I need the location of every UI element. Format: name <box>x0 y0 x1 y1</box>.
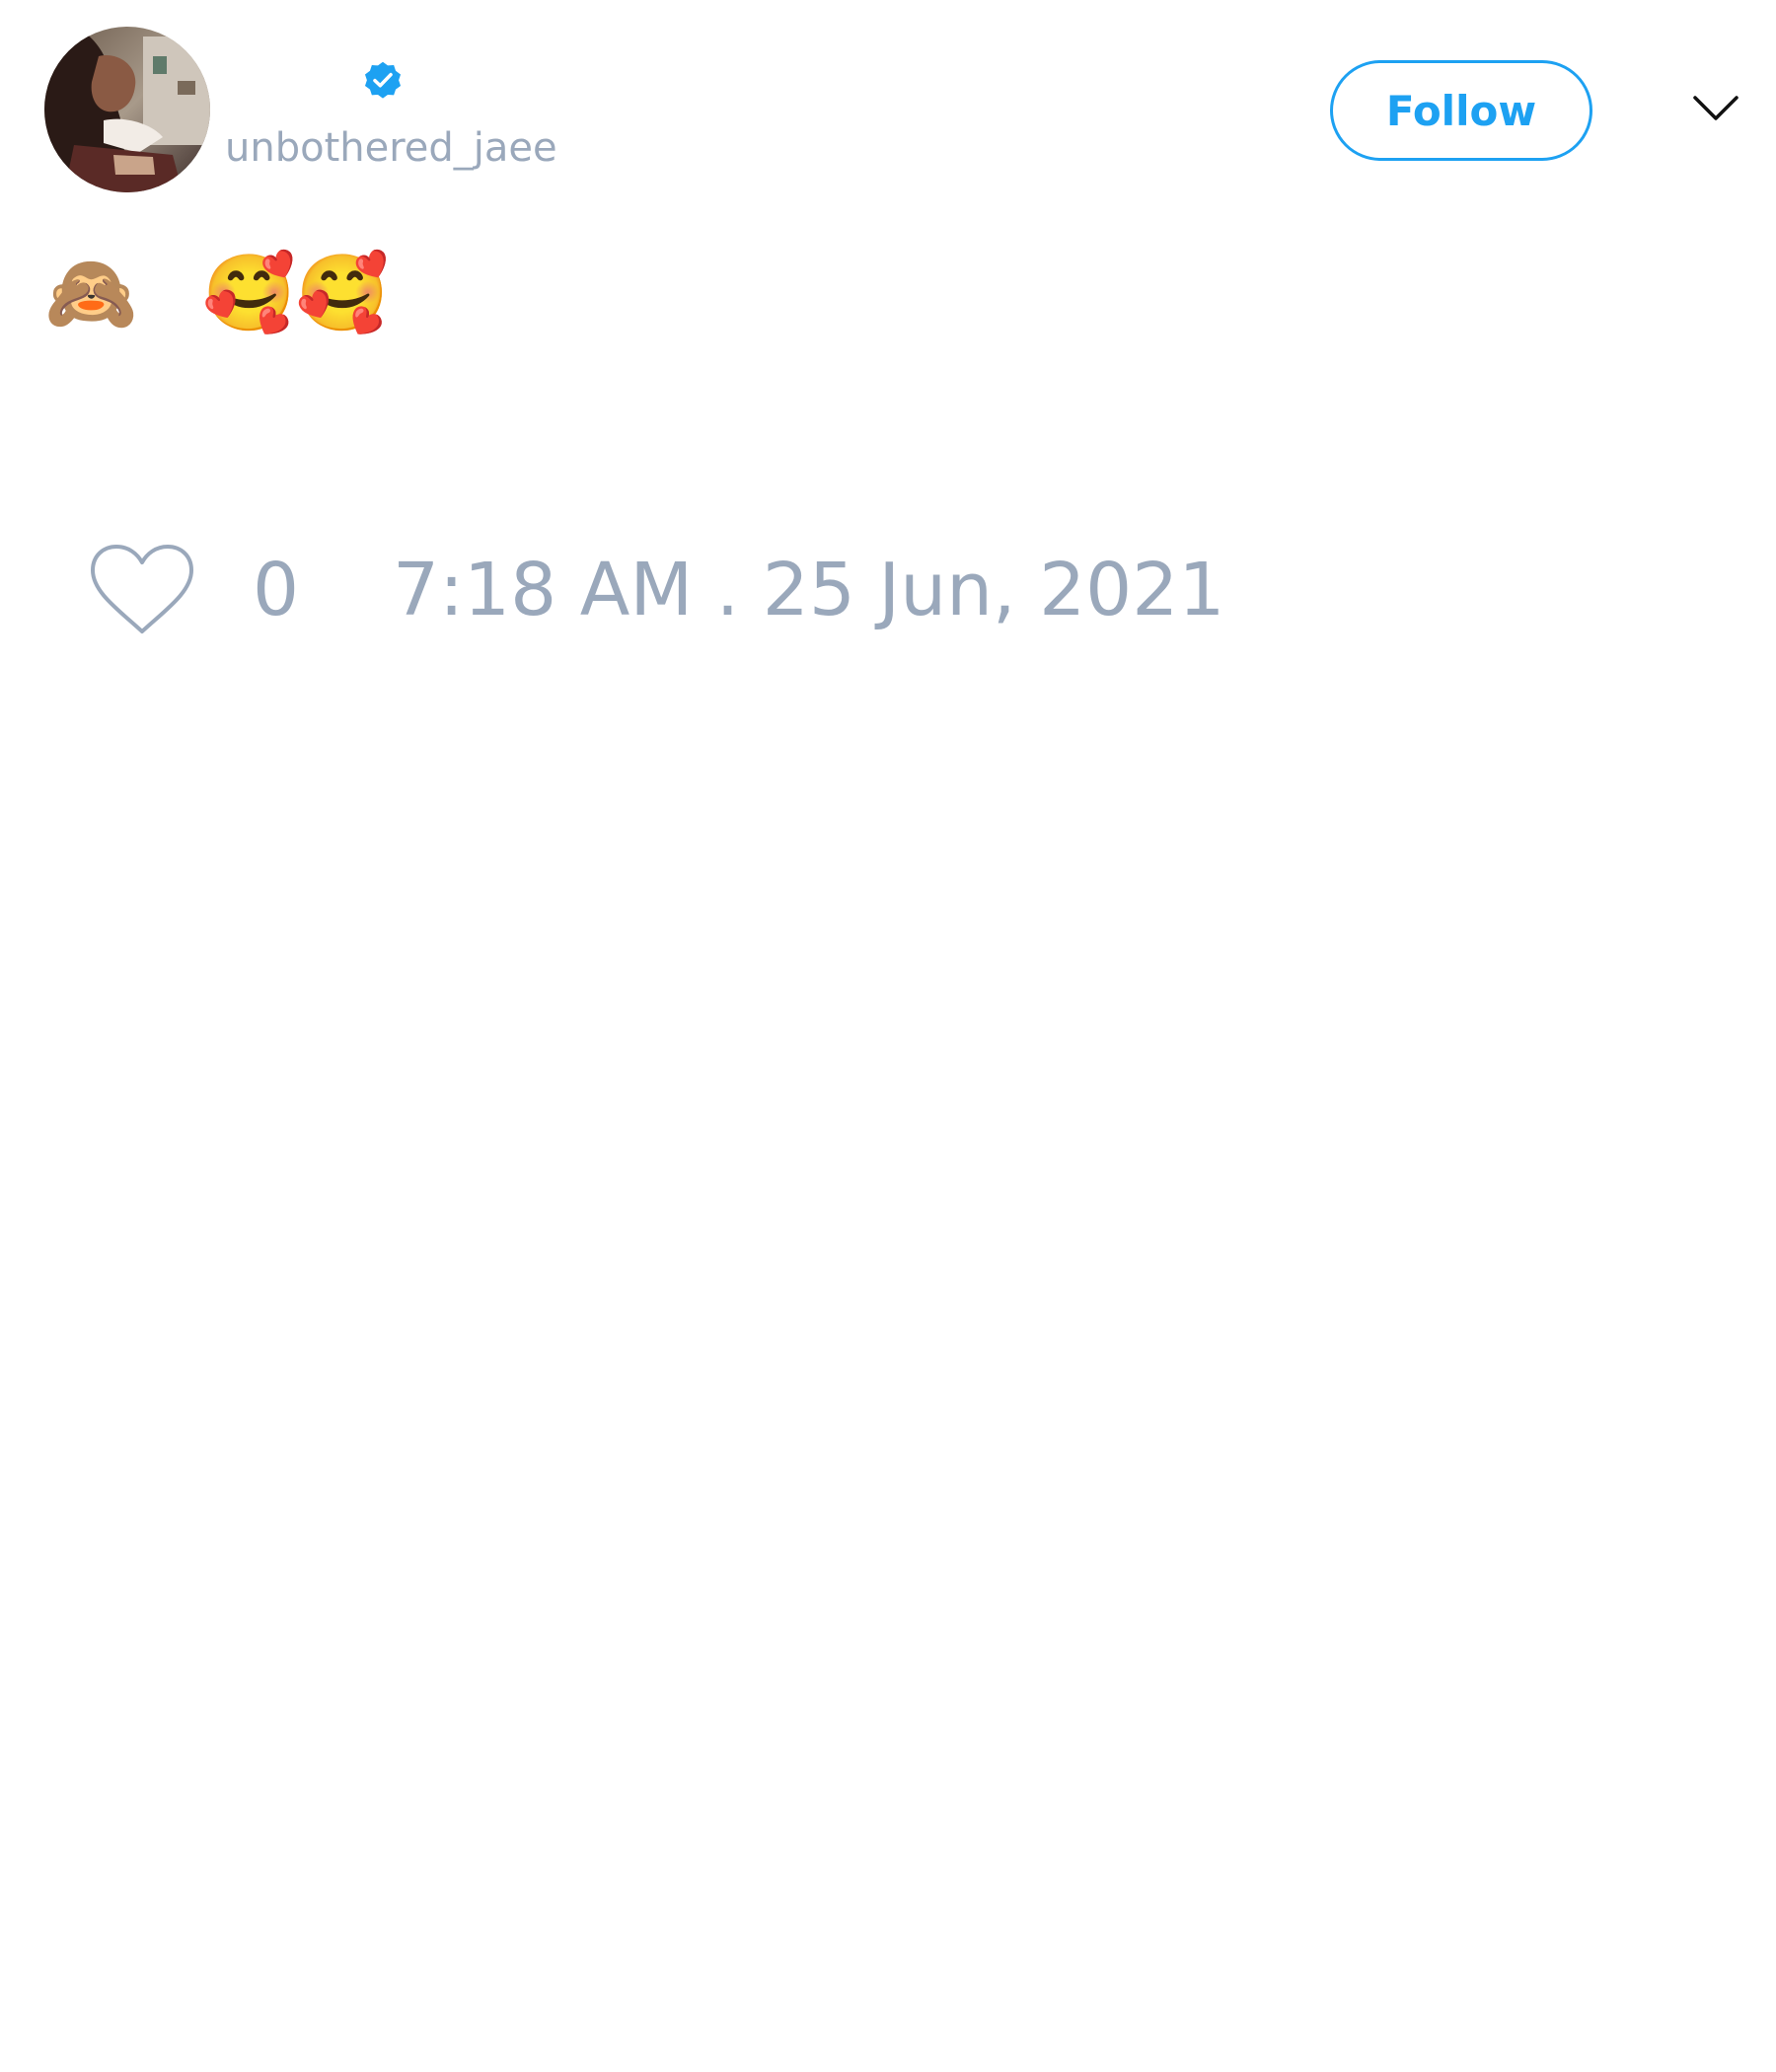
verified-badge-icon <box>364 61 402 99</box>
avatar[interactable] <box>44 27 210 192</box>
heart-icon[interactable] <box>89 543 195 637</box>
like-count: 0 <box>253 548 300 632</box>
avatar-photo <box>44 27 210 192</box>
follow-button[interactable]: Follow <box>1330 60 1592 161</box>
tweet-text-emoji-hearts: 🥰🥰 <box>202 249 390 336</box>
chevron-down-icon[interactable] <box>1692 94 1739 123</box>
author-handle[interactable]: unbothered_jaee <box>225 124 557 172</box>
tweet-text-emoji-monkey: 🙈 <box>44 249 138 336</box>
tweet-timestamp[interactable]: 7:18 AM . 25 Jun, 2021 <box>393 549 1224 631</box>
